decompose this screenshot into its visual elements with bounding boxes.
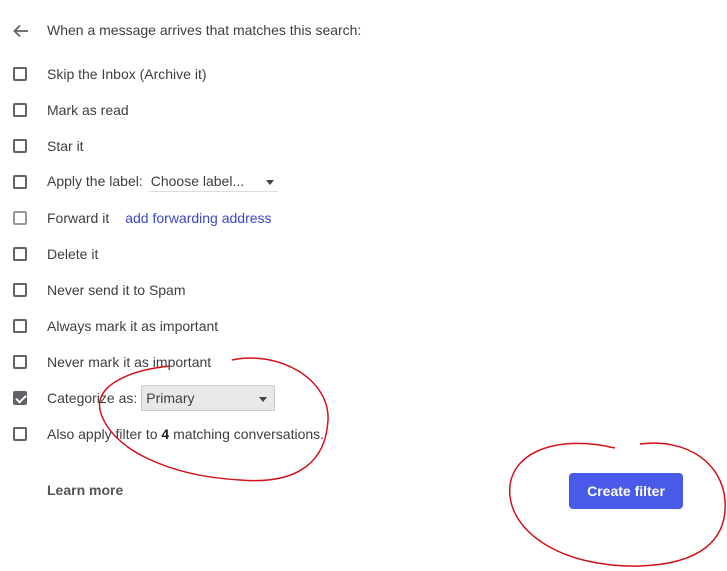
checkbox-categorize[interactable] [13,391,27,405]
annotation-circle-categorize [98,357,329,482]
checkbox-apply-existing[interactable] [13,427,27,441]
checkbox-skip-inbox[interactable] [13,67,27,81]
create-filter-button[interactable]: Create filter [569,473,683,509]
add-forwarding-address-link[interactable]: add forwarding address [125,210,271,226]
dropdown-arrow-icon [266,179,275,185]
checkbox-apply-label[interactable] [13,175,27,189]
checkbox-never-important[interactable] [13,355,27,369]
checkbox-mark-read[interactable] [13,103,27,117]
checkbox-never-spam[interactable] [13,283,27,297]
category-select[interactable]: Primary [141,385,276,411]
back-arrow-icon[interactable] [12,22,30,40]
checkbox-star[interactable] [13,139,27,153]
dropdown-arrow-icon [259,397,268,402]
checkbox-delete[interactable] [13,247,27,261]
learn-more-link[interactable]: Learn more [47,482,123,498]
label-select[interactable]: Choose label... [148,173,279,192]
checkbox-always-important[interactable] [13,319,27,333]
checkbox-forward[interactable] [13,211,27,225]
filter-heading: When a message arrives that matches this… [47,22,362,38]
